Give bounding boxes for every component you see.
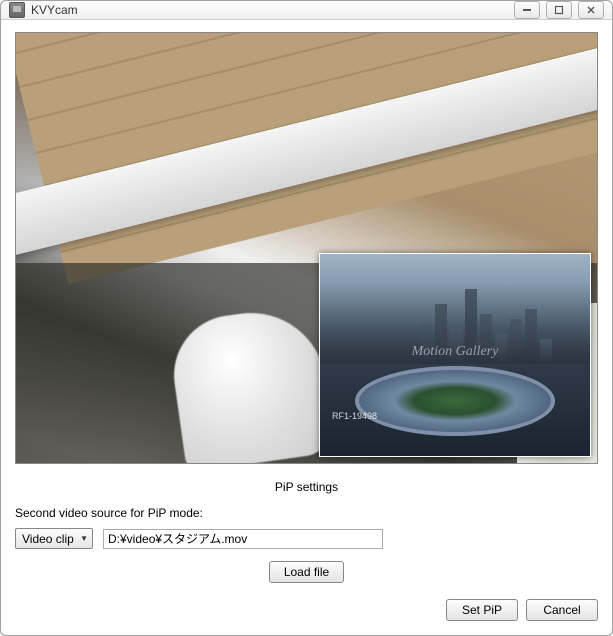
close-button[interactable] bbox=[578, 1, 604, 19]
source-dropdown[interactable]: Video clip ▼ bbox=[15, 528, 93, 549]
source-dropdown-value: Video clip bbox=[22, 532, 74, 546]
pip-clip-id: RF1-19498 bbox=[332, 411, 377, 421]
pip-settings-title: PiP settings bbox=[15, 474, 598, 506]
file-path-value: D:¥video¥スタジアム.mov bbox=[108, 530, 247, 547]
close-icon bbox=[586, 5, 596, 15]
video-preview: Motion Gallery RF1-19498 bbox=[15, 32, 598, 464]
source-label: Second video source for PiP mode: bbox=[15, 506, 598, 520]
maximize-button[interactable] bbox=[546, 1, 572, 19]
minimize-icon bbox=[522, 5, 532, 15]
app-window: KVYcam bbox=[0, 0, 613, 636]
pip-settings-section: PiP settings Second video source for PiP… bbox=[15, 474, 598, 621]
load-file-button[interactable]: Load file bbox=[269, 561, 344, 583]
minimize-button[interactable] bbox=[514, 1, 540, 19]
load-row: Load file bbox=[15, 561, 598, 583]
chevron-down-icon: ▼ bbox=[74, 534, 88, 543]
maximize-icon bbox=[554, 5, 564, 15]
titlebar: KVYcam bbox=[1, 1, 612, 20]
pip-overlay[interactable]: Motion Gallery RF1-19498 bbox=[319, 253, 591, 457]
window-controls bbox=[514, 1, 604, 19]
source-row: Video clip ▼ D:¥video¥スタジアム.mov bbox=[15, 528, 598, 549]
set-pip-button[interactable]: Set PiP bbox=[446, 599, 518, 621]
action-row: Set PiP Cancel bbox=[15, 599, 598, 621]
window-title: KVYcam bbox=[31, 3, 78, 17]
file-path-field[interactable]: D:¥video¥スタジアム.mov bbox=[103, 529, 383, 549]
pip-watermark: Motion Gallery bbox=[412, 344, 499, 360]
app-icon bbox=[9, 2, 25, 18]
cancel-button[interactable]: Cancel bbox=[526, 599, 598, 621]
client-area: Motion Gallery RF1-19498 PiP settings Se… bbox=[1, 20, 612, 635]
pip-stadium bbox=[355, 366, 555, 436]
